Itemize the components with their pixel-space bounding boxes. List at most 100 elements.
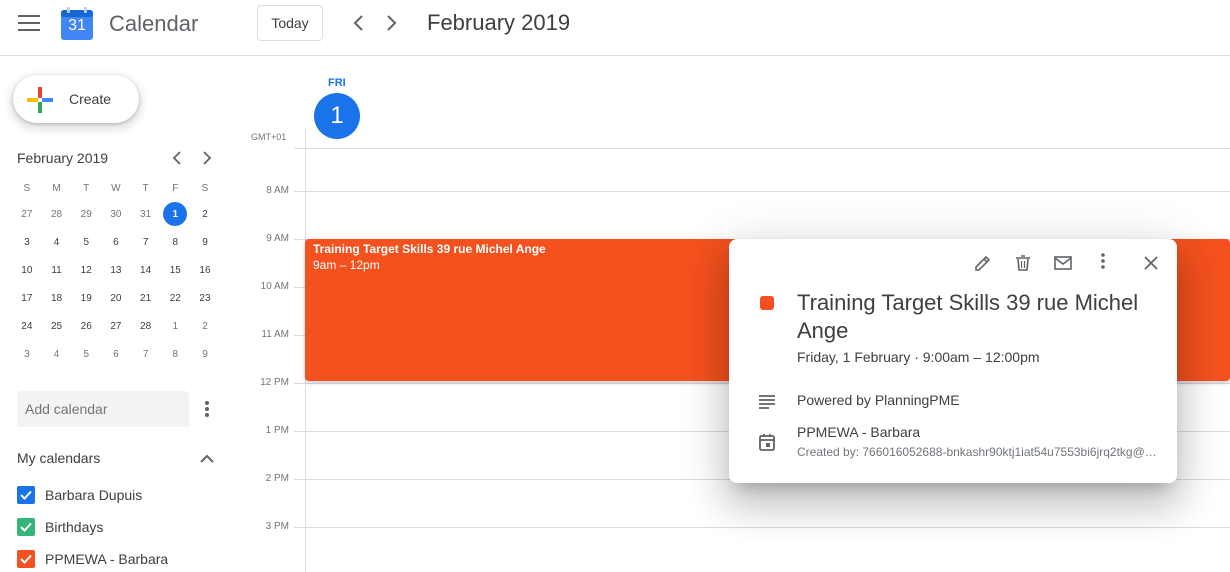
mini-calendar-day[interactable]: 3 [12, 340, 42, 368]
calendar-logo-day: 31 [68, 17, 86, 34]
add-calendar-input[interactable] [17, 391, 189, 427]
mini-calendar-day-number: 6 [113, 348, 119, 360]
mini-calendar-day[interactable]: 30 [101, 200, 131, 228]
more-vert-icon[interactable] [198, 398, 216, 420]
next-period-icon[interactable] [381, 12, 401, 34]
mini-calendar-day-number: 10 [21, 264, 33, 276]
mini-next-month-icon[interactable] [199, 150, 215, 166]
mini-calendar-day[interactable]: 7 [131, 340, 161, 368]
calendar-checkbox[interactable] [17, 486, 35, 504]
mini-calendar-day-number: 1 [163, 202, 188, 226]
hour-label: 2 PM [265, 473, 289, 484]
calendar-icon [759, 434, 775, 451]
mini-calendar-day[interactable]: 10 [12, 256, 42, 284]
check-icon [20, 490, 32, 500]
hour-label: 8 AM [266, 185, 289, 196]
mini-calendar-day-number: 30 [110, 208, 122, 220]
mini-calendar-day[interactable]: 14 [131, 256, 161, 284]
previous-period-icon[interactable] [349, 12, 369, 34]
hour-label: 9 AM [266, 233, 289, 244]
mini-calendar-day[interactable]: 2 [190, 200, 220, 228]
mini-calendar-day-number: 3 [24, 348, 30, 360]
mini-calendar-day-number: 8 [172, 348, 179, 360]
mini-calendar-day[interactable]: 12 [71, 256, 101, 284]
chevron-up-icon[interactable] [198, 450, 216, 468]
mini-calendar-day-number: 18 [50, 292, 63, 304]
event-color-swatch [760, 296, 774, 310]
mini-calendar-day-number: 9 [202, 348, 208, 360]
mini-calendar-day-number: 16 [199, 264, 211, 276]
today-button[interactable]: Today [257, 5, 323, 41]
mini-calendar-day-number: 29 [80, 208, 92, 220]
mini-calendar-day-number: 23 [199, 292, 211, 304]
mini-calendar-day-number: 20 [110, 292, 122, 304]
mini-calendar-day-number: 15 [169, 264, 181, 276]
hour-line [294, 191, 1230, 192]
hour-label: 12 PM [260, 377, 289, 388]
create-label: Create [69, 91, 112, 107]
mini-calendar-day[interactable]: 31 [131, 200, 161, 228]
app-title: Calendar [109, 11, 199, 36]
top-app-bar: 31 Calendar Today February 2019 [0, 0, 1230, 56]
main-menu-icon[interactable] [18, 14, 40, 32]
mini-calendar-day[interactable]: 27 [12, 200, 42, 228]
hour-label: 1 PM [265, 425, 289, 436]
calendar-label: Barbara Dupuis [45, 487, 143, 503]
hour-label: 10 AM [260, 281, 289, 292]
mini-calendar-day[interactable]: 5 [71, 340, 101, 368]
edit-icon[interactable] [973, 253, 993, 273]
hour-label: 11 AM [261, 329, 289, 340]
mini-calendar-day[interactable]: 4 [42, 340, 72, 368]
mini-calendar-week: 10 11 12 13 14 15 16 [12, 256, 220, 284]
mini-calendar-day-number: 21 [140, 292, 152, 304]
mini-calendar-day[interactable]: 1 [160, 200, 190, 228]
mini-calendar-day[interactable]: 8 [160, 340, 190, 368]
delete-icon[interactable] [1013, 253, 1033, 273]
mini-calendar-day[interactable]: 29 [71, 200, 101, 228]
calendar-item-barbara-dupuis[interactable]: Barbara Dupuis [17, 485, 142, 505]
mini-calendar-day-number: 5 [83, 348, 89, 360]
popup-calendar-name: PPMEWA - Barbara [797, 424, 921, 440]
mini-calendar-day-number: 31 [140, 208, 152, 220]
mini-calendar-day-number: 13 [110, 264, 122, 276]
mini-calendar-day[interactable]: 15 [160, 256, 190, 284]
mini-calendar-title: February 2019 [17, 150, 109, 166]
mini-calendar-day[interactable]: 16 [190, 256, 220, 284]
mini-calendar-day-number: 17 [21, 292, 33, 304]
timezone-label: GMT+01 [251, 132, 287, 142]
create-button[interactable]: Create [13, 75, 139, 123]
mini-calendar-day-number: 28 [50, 208, 63, 220]
description-icon [759, 395, 775, 409]
day-number[interactable]: 1 [314, 93, 360, 139]
mini-calendar-day-number: 22 [169, 292, 181, 304]
mini-calendar-day-number: 2 [202, 208, 208, 220]
mini-calendar-week: 3 4 5 6 7 8 9 [12, 340, 220, 368]
popup-description: Powered by PlanningPME [797, 392, 960, 408]
mini-calendar-day-number: 4 [53, 348, 60, 360]
my-calendars-heading[interactable]: My calendars [17, 450, 100, 466]
close-icon[interactable] [1141, 253, 1161, 273]
email-icon[interactable] [1053, 253, 1073, 273]
mini-calendar-day[interactable]: 11 [42, 256, 72, 284]
popup-event-when: Friday, 1 February · 9:00am – 12:00pm [797, 349, 1040, 365]
calendar-item-ppmewa-barbara[interactable]: PPMEWA - Barbara [17, 549, 168, 569]
more-vert-icon[interactable] [1093, 251, 1113, 271]
calendar-label: PPMEWA - Barbara [45, 551, 169, 567]
mini-calendar-week: 27 28 29 30 31 1 2 [12, 200, 220, 228]
mini-calendar-day-number: 12 [80, 264, 92, 276]
hour-line [294, 148, 1230, 149]
mini-prev-month-icon[interactable] [169, 150, 185, 166]
mini-calendar-day[interactable]: 28 [42, 200, 72, 228]
popup-created-by: Created by: 766016052688-bnkashr90ktj1ia… [797, 445, 1157, 459]
plus-icon [27, 87, 53, 113]
popup-event-title: Training Target Skills 39 rue Michel Ang… [797, 290, 1139, 343]
calendar-checkbox[interactable] [17, 550, 35, 568]
hour-line [294, 527, 1230, 528]
current-period-title: February 2019 [427, 10, 571, 35]
mini-calendar-day[interactable]: 6 [101, 340, 131, 368]
mini-calendar-day[interactable]: 13 [101, 256, 131, 284]
mini-calendar-day-number: 27 [21, 208, 33, 220]
day-name: FRI [328, 77, 346, 89]
mini-calendar-day[interactable]: 9 [190, 340, 220, 368]
mini-calendar-day-number: 14 [140, 264, 152, 276]
